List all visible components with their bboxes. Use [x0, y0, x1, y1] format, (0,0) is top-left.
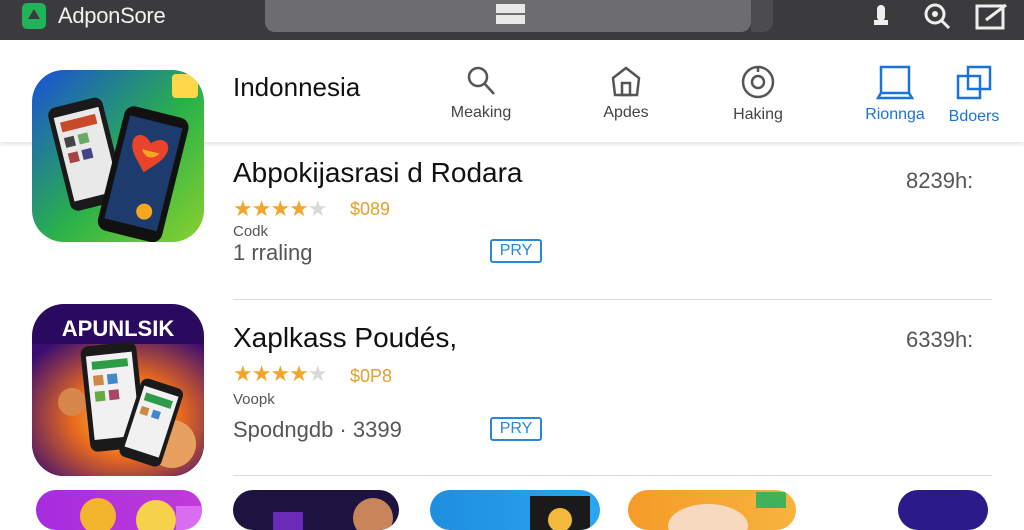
app-icon[interactable]: [628, 490, 796, 530]
app-icon[interactable]: APUNLSIK: [32, 304, 204, 476]
app-size: 8239h:: [906, 168, 974, 193]
rating-stars: ★★★★★: [233, 196, 328, 221]
title-bar: AdponSore: [0, 0, 1024, 40]
app-logo-icon: [18, 1, 50, 31]
app-small-label: Codk: [233, 223, 269, 240]
copy-icon: [956, 65, 992, 100]
tab-switcher-icon[interactable]: [494, 2, 527, 26]
category-label: Apdes: [603, 104, 649, 121]
search-icon: [467, 66, 495, 95]
category-bdoers[interactable]: Bdoers: [914, 64, 1024, 126]
app-small-label: Voopk: [233, 391, 275, 408]
edit-icon[interactable]: [974, 2, 1007, 30]
app-price: $0P8: [350, 366, 393, 386]
category-haking[interactable]: Haking: [698, 64, 818, 124]
app-size: 6339h:: [906, 327, 974, 352]
app-icon[interactable]: [430, 490, 600, 530]
app-name[interactable]: Abpokijasrasi d Rodara: [233, 157, 523, 189]
search-icon[interactable]: [922, 2, 952, 30]
app-icon-text: APUNLSIK: [62, 316, 175, 341]
clock-icon: [741, 65, 775, 99]
microphone-icon[interactable]: [866, 2, 896, 30]
app-icon[interactable]: [32, 70, 204, 242]
bookmark-icon: [876, 65, 914, 100]
bag-icon: [611, 66, 641, 97]
category-label: Haking: [733, 106, 783, 123]
app-meta: Spodngdb · 3399: [233, 417, 402, 442]
region-title: Indonnesia: [233, 72, 361, 102]
category-apdes[interactable]: Apdes: [566, 64, 686, 122]
get-button[interactable]: PRY: [490, 417, 542, 441]
app-name[interactable]: Xaplkass Poudés,: [233, 322, 457, 354]
address-bar-edge: [751, 0, 773, 32]
app-icon[interactable]: [898, 490, 988, 530]
app-title: AdponSore: [58, 3, 166, 28]
app-price: $089: [350, 199, 391, 219]
rating-stars: ★★★★★: [233, 361, 328, 386]
category-meaking[interactable]: Meaking: [421, 64, 541, 122]
app-brand: AdponSore: [18, 1, 166, 31]
row-divider: [233, 299, 992, 300]
category-label: Meaking: [450, 104, 512, 121]
row-divider: [233, 475, 992, 476]
category-label: Bdoers: [948, 108, 1000, 125]
get-button[interactable]: PRY: [490, 239, 542, 263]
app-icon[interactable]: [36, 490, 202, 530]
app-meta: 1 rraling: [233, 240, 313, 265]
app-icon[interactable]: [233, 490, 399, 530]
